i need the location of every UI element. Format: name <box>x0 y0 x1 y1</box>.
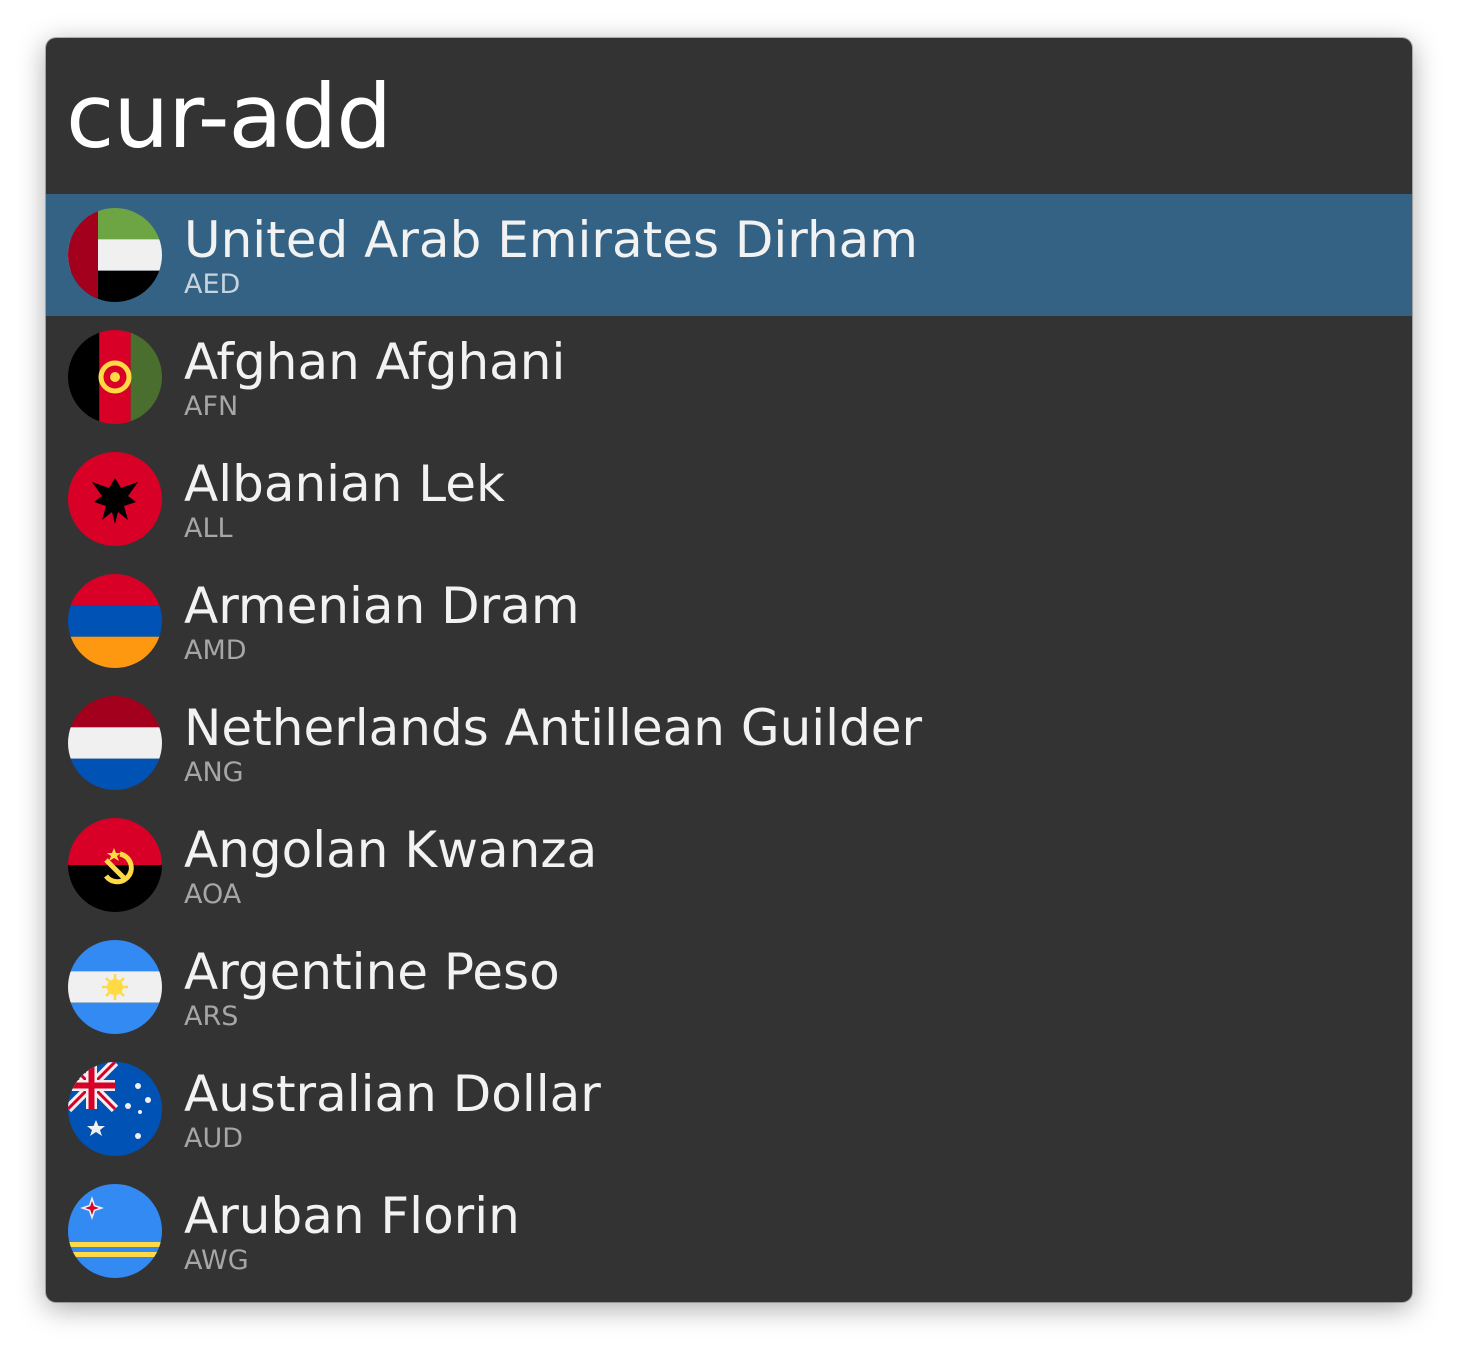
search-bar <box>46 38 1412 194</box>
result-title: Armenian Dram <box>184 577 580 635</box>
albania-flag-icon <box>68 452 162 546</box>
australia-flag-icon <box>68 1062 162 1156</box>
result-code: AOA <box>184 879 242 910</box>
result-code: AFN <box>184 391 239 422</box>
netherlands-flag-icon <box>68 696 162 790</box>
armenia-flag-icon <box>68 574 162 668</box>
result-title: Aruban Florin <box>184 1187 520 1245</box>
result-title: Netherlands Antillean Guilder <box>184 699 923 757</box>
argentina-flag-icon <box>68 940 162 1034</box>
result-item-ars[interactable]: Argentine Peso ARS <box>46 926 1412 1048</box>
result-item-amd[interactable]: Armenian Dram AMD <box>46 560 1412 682</box>
result-code: AMD <box>184 635 247 666</box>
afghanistan-flag-icon <box>68 330 162 424</box>
result-code: AED <box>184 269 241 300</box>
uae-flag-icon <box>68 208 162 302</box>
result-title: United Arab Emirates Dirham <box>184 211 919 269</box>
result-title: Australian Dollar <box>184 1065 601 1123</box>
result-item-aed[interactable]: United Arab Emirates Dirham AED <box>46 194 1412 316</box>
result-code: ALL <box>184 513 233 544</box>
result-title: Albanian Lek <box>184 455 505 513</box>
result-item-awg[interactable]: Aruban Florin AWG <box>46 1170 1412 1292</box>
result-code: ANG <box>184 757 244 788</box>
result-item-aud[interactable]: Australian Dollar AUD <box>46 1048 1412 1170</box>
launcher-window: United Arab Emirates Dirham AED Afghan A… <box>46 38 1412 1302</box>
result-title: Angolan Kwanza <box>184 821 598 879</box>
result-code: AUD <box>184 1123 244 1154</box>
search-input[interactable] <box>66 56 1386 176</box>
angola-flag-icon <box>68 818 162 912</box>
aruba-flag-icon <box>68 1184 162 1278</box>
result-item-all[interactable]: Albanian Lek ALL <box>46 438 1412 560</box>
result-item-ang[interactable]: Netherlands Antillean Guilder ANG <box>46 682 1412 804</box>
result-code: ARS <box>184 1001 239 1032</box>
result-title: Argentine Peso <box>184 943 560 1001</box>
result-code: AWG <box>184 1245 249 1276</box>
result-title: Afghan Afghani <box>184 333 566 391</box>
result-item-aoa[interactable]: Angolan Kwanza AOA <box>46 804 1412 926</box>
result-item-afn[interactable]: Afghan Afghani AFN <box>46 316 1412 438</box>
results-list: United Arab Emirates Dirham AED Afghan A… <box>46 194 1412 1292</box>
